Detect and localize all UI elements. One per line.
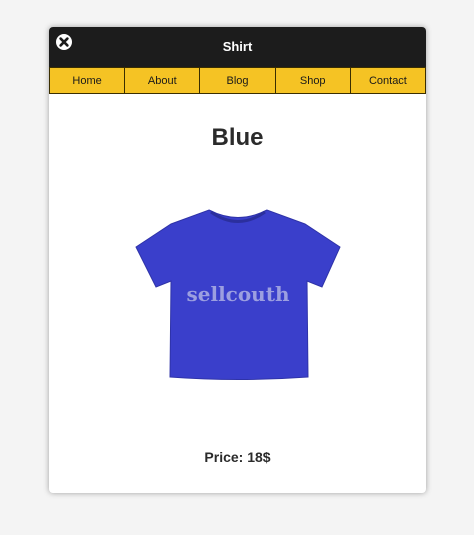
product-dialog: Shirt Home About Blog Shop Contact Blue … bbox=[49, 27, 426, 493]
nav-item-blog[interactable]: Blog bbox=[200, 67, 276, 94]
nav-item-home[interactable]: Home bbox=[49, 67, 126, 94]
product-price: Price: 18$ bbox=[204, 449, 271, 465]
window-title: Shirt bbox=[222, 39, 253, 54]
nav-item-contact[interactable]: Contact bbox=[350, 67, 426, 94]
nav-item-shop[interactable]: Shop bbox=[275, 67, 351, 94]
close-button[interactable] bbox=[56, 34, 72, 50]
shirt-print-text: sellcouth bbox=[186, 282, 289, 306]
close-icon bbox=[59, 37, 69, 47]
product-image: sellcouth bbox=[135, 209, 341, 380]
title-bar: Shirt bbox=[49, 27, 426, 66]
nav-item-about[interactable]: About bbox=[125, 67, 201, 94]
nav-bar: Home About Blog Shop Contact bbox=[49, 66, 426, 94]
product-title: Blue bbox=[211, 124, 264, 151]
